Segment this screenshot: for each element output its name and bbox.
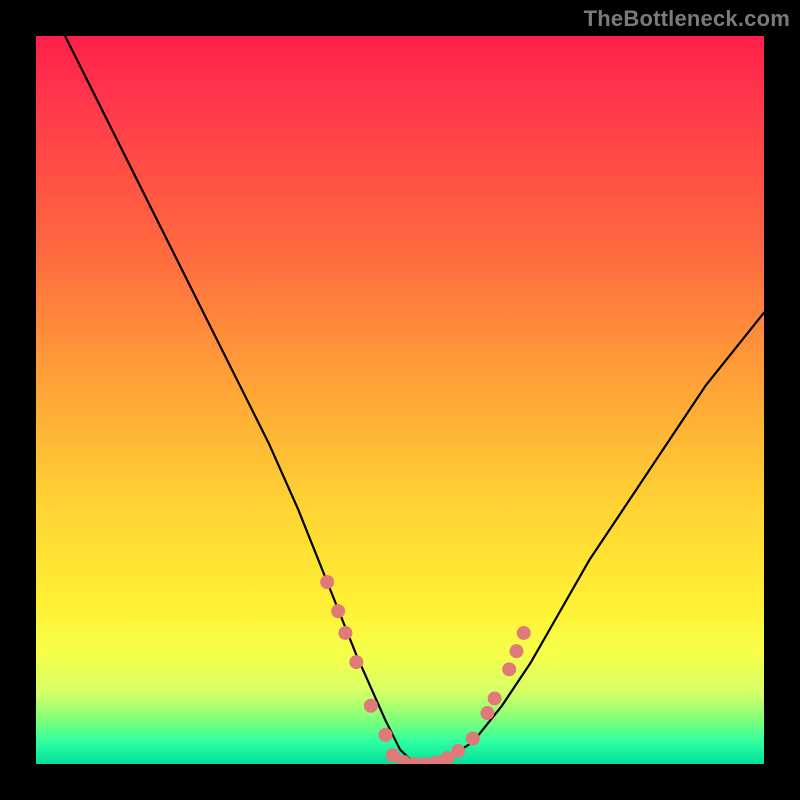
marker-left-cluster bbox=[338, 626, 352, 640]
marker-right-cluster bbox=[466, 732, 480, 746]
marker-right-cluster bbox=[488, 691, 502, 705]
marker-right-cluster bbox=[509, 644, 523, 658]
marker-valley-cluster bbox=[451, 744, 465, 758]
watermark-text: TheBottleneck.com bbox=[584, 6, 790, 32]
marker-right-cluster bbox=[517, 626, 531, 640]
marker-left-cluster bbox=[331, 604, 345, 618]
marker-left-cluster bbox=[349, 655, 363, 669]
marker-left-cluster bbox=[364, 699, 378, 713]
marker-left-cluster bbox=[320, 575, 334, 589]
marker-left-cluster bbox=[378, 728, 392, 742]
chart-frame: TheBottleneck.com bbox=[0, 0, 800, 800]
series-bottleneck-curve bbox=[36, 36, 764, 764]
bottleneck-chart-svg bbox=[36, 36, 764, 764]
marker-right-cluster bbox=[480, 706, 494, 720]
marker-right-cluster bbox=[502, 662, 516, 676]
plot-area bbox=[36, 36, 764, 764]
